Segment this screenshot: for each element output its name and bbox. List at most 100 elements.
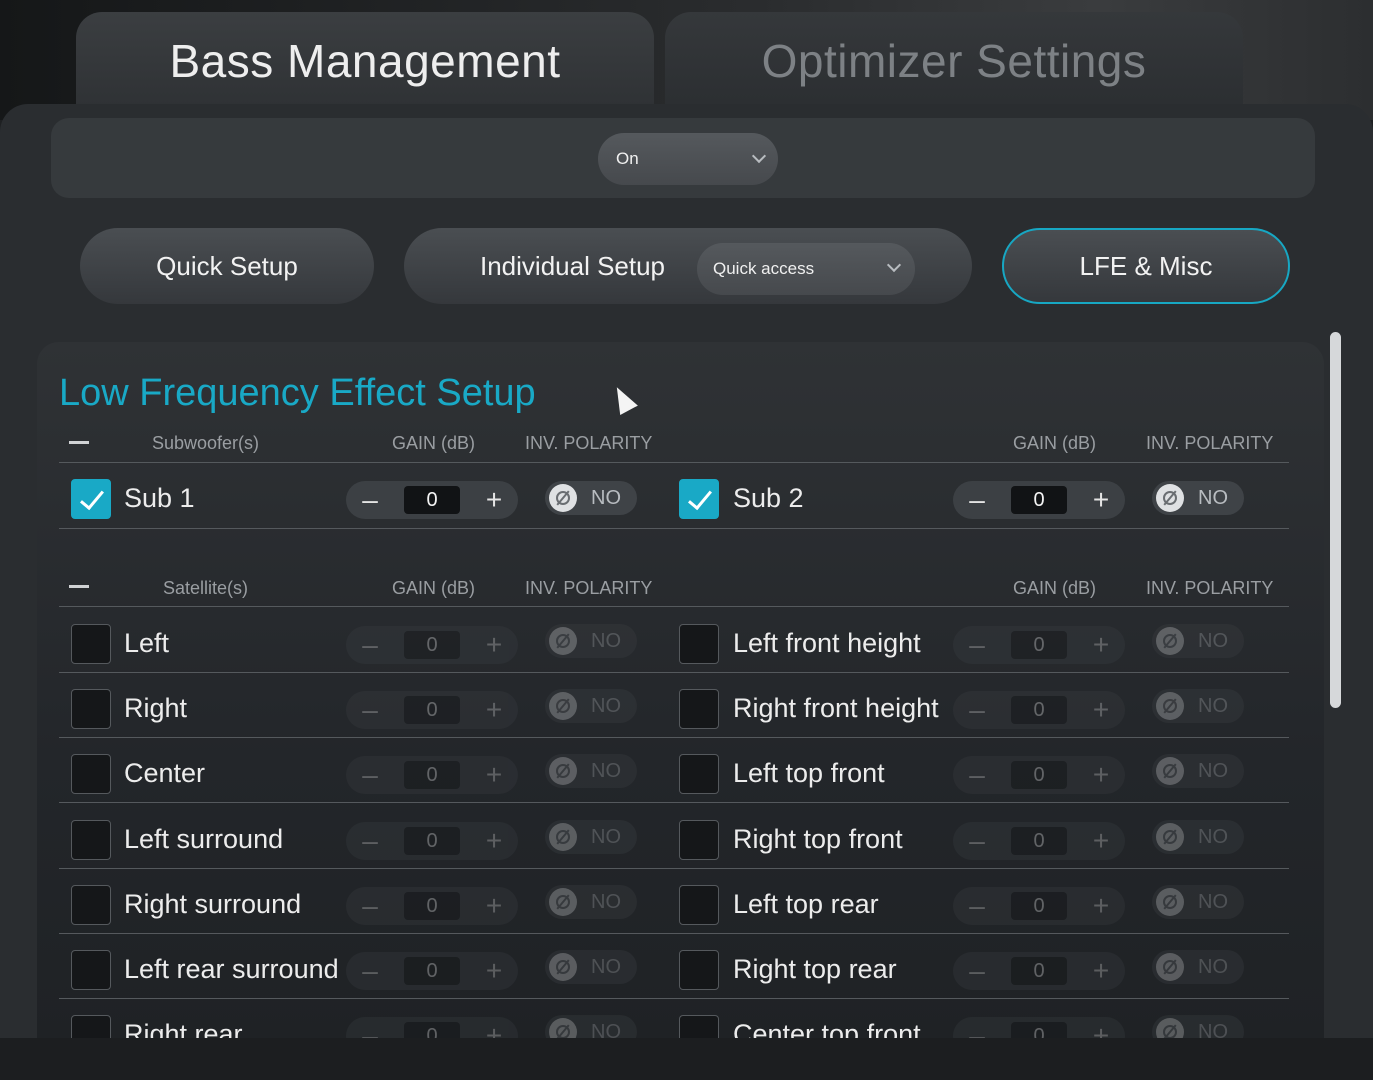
collapse-subwoofers-icon[interactable] — [69, 441, 89, 444]
increment-button[interactable]: + — [470, 626, 518, 664]
speaker-gain-stepper[interactable]: – 0 + — [346, 756, 518, 794]
speaker-checkbox[interactable] — [71, 689, 111, 729]
sub-2-polarity-toggle[interactable]: NO — [1152, 481, 1244, 515]
increment-button[interactable]: + — [1077, 481, 1125, 519]
speaker-checkbox[interactable] — [71, 624, 111, 664]
decrement-button[interactable]: – — [953, 756, 1001, 794]
increment-button[interactable]: + — [470, 756, 518, 794]
speaker-gain-stepper[interactable]: – 0 + — [346, 822, 518, 860]
speaker-checkbox[interactable] — [71, 1015, 111, 1038]
increment-button[interactable]: + — [1077, 1017, 1125, 1038]
speaker-polarity-toggle[interactable]: NO — [545, 624, 637, 658]
quick-access-dropdown[interactable]: Quick access — [697, 243, 915, 295]
speaker-checkbox[interactable] — [679, 1015, 719, 1038]
speaker-label: Right top front — [733, 824, 903, 854]
speaker-polarity-toggle[interactable]: NO — [1152, 624, 1244, 658]
speaker-label: Center — [124, 758, 206, 788]
speaker-polarity-toggle[interactable]: NO — [545, 820, 637, 854]
speaker-gain-stepper[interactable]: – 0 + — [953, 626, 1125, 664]
increment-button[interactable]: + — [470, 887, 518, 925]
speaker-polarity-toggle[interactable]: NO — [1152, 820, 1244, 854]
speaker-gain-stepper[interactable]: – 0 + — [346, 626, 518, 664]
speaker-checkbox[interactable] — [679, 754, 719, 794]
decrement-button[interactable]: – — [953, 952, 1001, 990]
sub-1-polarity-toggle[interactable]: NO — [545, 481, 637, 515]
speaker-polarity-toggle[interactable]: NO — [1152, 689, 1244, 723]
increment-button[interactable]: + — [470, 952, 518, 990]
increment-button[interactable]: + — [470, 481, 518, 519]
speaker-gain-stepper[interactable]: – 0 + — [953, 887, 1125, 925]
increment-button[interactable]: + — [470, 1017, 518, 1038]
decrement-button[interactable]: – — [953, 1017, 1001, 1038]
decrement-button[interactable]: – — [346, 481, 394, 519]
speaker-polarity-toggle[interactable]: NO — [1152, 950, 1244, 984]
increment-button[interactable]: + — [470, 691, 518, 729]
speaker-gain-stepper[interactable]: – 0 + — [953, 952, 1125, 990]
speaker-polarity-toggle[interactable]: NO — [545, 885, 637, 919]
speaker-polarity-toggle[interactable]: NO — [545, 754, 637, 788]
speaker-checkbox[interactable] — [679, 689, 719, 729]
speaker-polarity-toggle[interactable]: NO — [1152, 885, 1244, 919]
quick-setup-button[interactable]: Quick Setup — [80, 228, 374, 304]
speaker-gain-stepper[interactable]: – 0 + — [953, 691, 1125, 729]
polarity-icon — [549, 823, 577, 851]
gain-value: 0 — [404, 892, 460, 920]
increment-button[interactable]: + — [1077, 887, 1125, 925]
speaker-checkbox[interactable] — [71, 754, 111, 794]
speaker-checkbox[interactable] — [679, 820, 719, 860]
mode-dropdown[interactable]: On — [598, 133, 778, 185]
decrement-button[interactable]: – — [346, 1017, 394, 1038]
speaker-checkbox[interactable] — [679, 624, 719, 664]
speaker-gain-stepper[interactable]: – 0 + — [953, 822, 1125, 860]
decrement-button[interactable]: – — [346, 756, 394, 794]
divider — [59, 672, 1289, 673]
speaker-checkbox[interactable] — [679, 885, 719, 925]
gain-value: 0 — [1011, 1022, 1067, 1038]
speaker-gain-stepper[interactable]: – 0 + — [346, 691, 518, 729]
increment-button[interactable]: + — [1077, 691, 1125, 729]
decrement-button[interactable]: – — [346, 887, 394, 925]
speaker-gain-stepper[interactable]: – 0 + — [346, 887, 518, 925]
lfe-misc-button[interactable]: LFE & Misc — [1002, 228, 1290, 304]
sub-2-checkbox[interactable] — [679, 479, 719, 519]
speaker-polarity-toggle[interactable]: NO — [545, 950, 637, 984]
polarity-value: NO — [1198, 890, 1228, 913]
speaker-gain-stepper[interactable]: – 0 + — [346, 1017, 518, 1038]
speaker-gain-stepper[interactable]: – 0 + — [346, 952, 518, 990]
speaker-checkbox[interactable] — [71, 950, 111, 990]
divider — [59, 606, 1289, 607]
increment-button[interactable]: + — [1077, 626, 1125, 664]
speaker-gain-stepper[interactable]: – 0 + — [953, 756, 1125, 794]
polarity-value: NO — [591, 759, 621, 782]
increment-button[interactable]: + — [470, 822, 518, 860]
increment-button[interactable]: + — [1077, 756, 1125, 794]
decrement-button[interactable]: – — [346, 626, 394, 664]
speaker-polarity-toggle[interactable]: NO — [545, 1015, 637, 1038]
sub-1-checkbox[interactable] — [71, 479, 111, 519]
polarity-value: NO — [591, 955, 621, 978]
decrement-button[interactable]: – — [953, 481, 1001, 519]
decrement-button[interactable]: – — [346, 691, 394, 729]
polarity-icon — [549, 757, 577, 785]
sub-2-gain-stepper[interactable]: – 0 + — [953, 481, 1125, 519]
decrement-button[interactable]: – — [953, 822, 1001, 860]
increment-button[interactable]: + — [1077, 822, 1125, 860]
speaker-polarity-toggle[interactable]: NO — [545, 689, 637, 723]
decrement-button[interactable]: – — [346, 952, 394, 990]
divider — [59, 737, 1289, 738]
collapse-satellites-icon[interactable] — [69, 585, 89, 588]
speaker-checkbox[interactable] — [679, 950, 719, 990]
decrement-button[interactable]: – — [953, 626, 1001, 664]
speaker-checkbox[interactable] — [71, 820, 111, 860]
speaker-polarity-toggle[interactable]: NO — [1152, 1015, 1244, 1038]
sub-2-label: Sub 2 — [733, 483, 804, 513]
sub-1-gain-stepper[interactable]: – 0 + — [346, 481, 518, 519]
scrollbar[interactable] — [1330, 332, 1341, 708]
decrement-button[interactable]: – — [346, 822, 394, 860]
speaker-checkbox[interactable] — [71, 885, 111, 925]
decrement-button[interactable]: – — [953, 691, 1001, 729]
decrement-button[interactable]: – — [953, 887, 1001, 925]
speaker-gain-stepper[interactable]: – 0 + — [953, 1017, 1125, 1038]
speaker-polarity-toggle[interactable]: NO — [1152, 754, 1244, 788]
increment-button[interactable]: + — [1077, 952, 1125, 990]
